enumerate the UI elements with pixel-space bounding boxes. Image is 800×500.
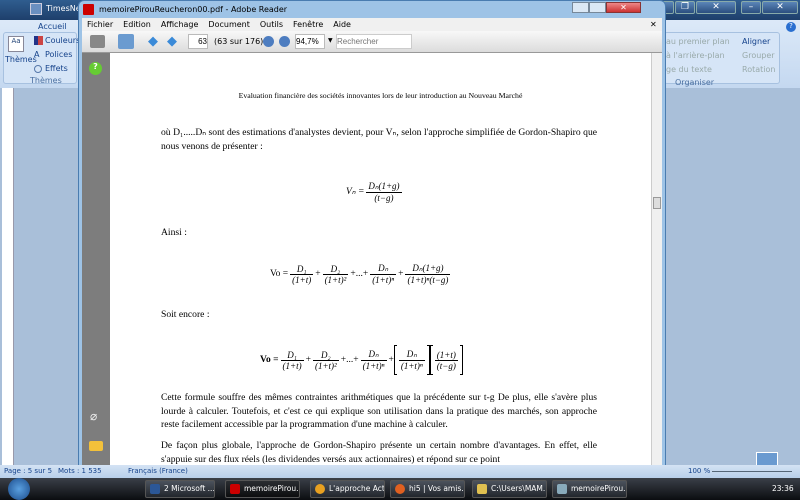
- close-document-icon[interactable]: ✕: [650, 18, 657, 31]
- grouper-button[interactable]: Grouper: [742, 51, 775, 60]
- themes-icon[interactable]: Aa: [8, 36, 24, 52]
- word-count[interactable]: Mots : 1 535: [58, 467, 102, 475]
- word-close-button[interactable]: ✕: [696, 1, 736, 14]
- effets-button[interactable]: Effets: [34, 64, 68, 73]
- task-firefox[interactable]: hi5 | Vos amis. ...: [390, 480, 465, 498]
- adobe-reader-window: memoirePirouReucheron00.pdf - Adobe Read…: [78, 0, 666, 470]
- soit-encore-text: Soit encore :: [161, 309, 210, 320]
- page-count: (63 sur 176): [214, 37, 264, 46]
- zoom-input[interactable]: [295, 34, 325, 49]
- navigation-panel: ? ⌀: [82, 53, 110, 468]
- premier-plan-button[interactable]: au premier plan: [666, 37, 730, 46]
- equation-vn: Vₙ = Dₙ(1+g) (t−g): [346, 181, 402, 203]
- menu-aide[interactable]: Aide: [333, 20, 351, 29]
- share-icon[interactable]: [118, 34, 134, 49]
- pdf-page: Evaluation financière des sociétés innov…: [110, 53, 651, 468]
- zoom-in-icon[interactable]: [279, 36, 290, 47]
- couleurs-button[interactable]: Couleurs: [34, 36, 80, 45]
- zoom-level[interactable]: 100 %: [688, 467, 710, 475]
- task-word[interactable]: 2 Microsoft ...: [145, 480, 215, 498]
- menu-fichier[interactable]: Fichier: [87, 20, 113, 29]
- print-icon[interactable]: [90, 35, 105, 48]
- rotation-button[interactable]: Rotation: [742, 65, 775, 74]
- page-status[interactable]: Page : 5 sur 5: [4, 467, 52, 475]
- reader-minimize-button[interactable]: [572, 2, 589, 13]
- reader-maximize-button[interactable]: [589, 2, 606, 13]
- menu-document[interactable]: Document: [208, 20, 249, 29]
- pdf-icon: [83, 4, 94, 15]
- menu-edition[interactable]: Edition: [123, 20, 151, 29]
- start-button[interactable]: [8, 478, 30, 500]
- polices-button[interactable]: A Polices: [34, 50, 72, 59]
- toolbar: ◆ ◆ (63 sur 176) ▼: [82, 31, 662, 53]
- help-icon[interactable]: ?: [786, 22, 796, 32]
- arriere-plan-button[interactable]: à l'arrière-plan: [666, 51, 725, 60]
- scroll-thumb[interactable]: [653, 197, 661, 209]
- zoom-dropdown-icon[interactable]: ▼: [328, 37, 333, 44]
- paragraph: De façon plus globale, l'approche de Gor…: [161, 440, 597, 465]
- word-status-bar: Page : 5 sur 5 Mots : 1 535 Français (Fr…: [0, 465, 800, 478]
- page-number-input[interactable]: [188, 34, 208, 49]
- task-memoire[interactable]: memoirePirou...: [552, 480, 627, 498]
- paragraph: où D₁.....Dₙ sont des estimations d'anal…: [161, 127, 597, 152]
- habillage-button[interactable]: ge du texte: [666, 65, 712, 74]
- menu-affichage[interactable]: Affichage: [161, 20, 199, 29]
- vertical-ruler: [2, 88, 14, 465]
- previous-page-icon[interactable]: ◆: [148, 34, 158, 49]
- task-explorer[interactable]: C:\Users\MAM...: [472, 480, 547, 498]
- group-themes-label: Thèmes: [30, 76, 62, 85]
- equation-vo-bis: Vo = D₁ (1+t) + D₂ (1+t)² +...+ Dₙ (1+t)ⁿ + Dₙ (1+t…: [260, 345, 463, 375]
- word-doc-close-button[interactable]: ✕: [762, 1, 798, 14]
- page-header: Evaluation financière des sociétés innov…: [238, 91, 523, 100]
- language-status[interactable]: Français (France): [128, 467, 188, 475]
- task-chrome[interactable]: L'approche Act...: [310, 480, 385, 498]
- tab-accueil[interactable]: Accueil: [38, 22, 67, 31]
- ainsi-text: Ainsi :: [161, 227, 187, 238]
- menu-bar: Fichier Edition Affichage Document Outils Fen…: [82, 18, 662, 31]
- menu-fenetre[interactable]: Fenêtre: [293, 20, 323, 29]
- zoom-out-icon[interactable]: [263, 36, 274, 47]
- group-organiser-label: Organiser: [675, 78, 715, 87]
- themes-button[interactable]: Thèmes: [5, 55, 37, 64]
- search-input[interactable]: [336, 34, 412, 49]
- paragraph: Cette formule souffre des mêmes contrain…: [161, 392, 597, 430]
- reader-title-bar: memoirePirouReucheron00.pdf - Adobe Read…: [79, 1, 665, 18]
- zoom-slider[interactable]: [712, 471, 792, 472]
- vertical-scrollbar[interactable]: [651, 53, 662, 468]
- word-restore-button[interactable]: ❐: [675, 1, 695, 14]
- next-page-icon[interactable]: ◆: [167, 34, 177, 49]
- attachment-icon[interactable]: ⌀: [90, 409, 97, 423]
- equation-vo: Vo = D₁ (1+t) + D₂ (1+t)² +...+ Dₙ (1+t)ⁿ + Dₙ(1+g…: [270, 263, 451, 285]
- reader-close-button[interactable]: ✕: [606, 2, 641, 13]
- word-doc-minimize-button[interactable]: –: [741, 1, 761, 14]
- menu-outils[interactable]: Outils: [260, 20, 283, 29]
- clock[interactable]: 23:36: [772, 484, 794, 493]
- comments-icon[interactable]: [89, 441, 103, 451]
- task-adobe-reader[interactable]: memoirePirou...: [225, 480, 300, 498]
- save-icon[interactable]: [30, 3, 42, 15]
- aligner-button[interactable]: Aligner: [742, 37, 770, 46]
- taskbar: 2 Microsoft ... memoirePirou... L'approc…: [0, 478, 800, 500]
- help-icon[interactable]: ?: [89, 62, 102, 75]
